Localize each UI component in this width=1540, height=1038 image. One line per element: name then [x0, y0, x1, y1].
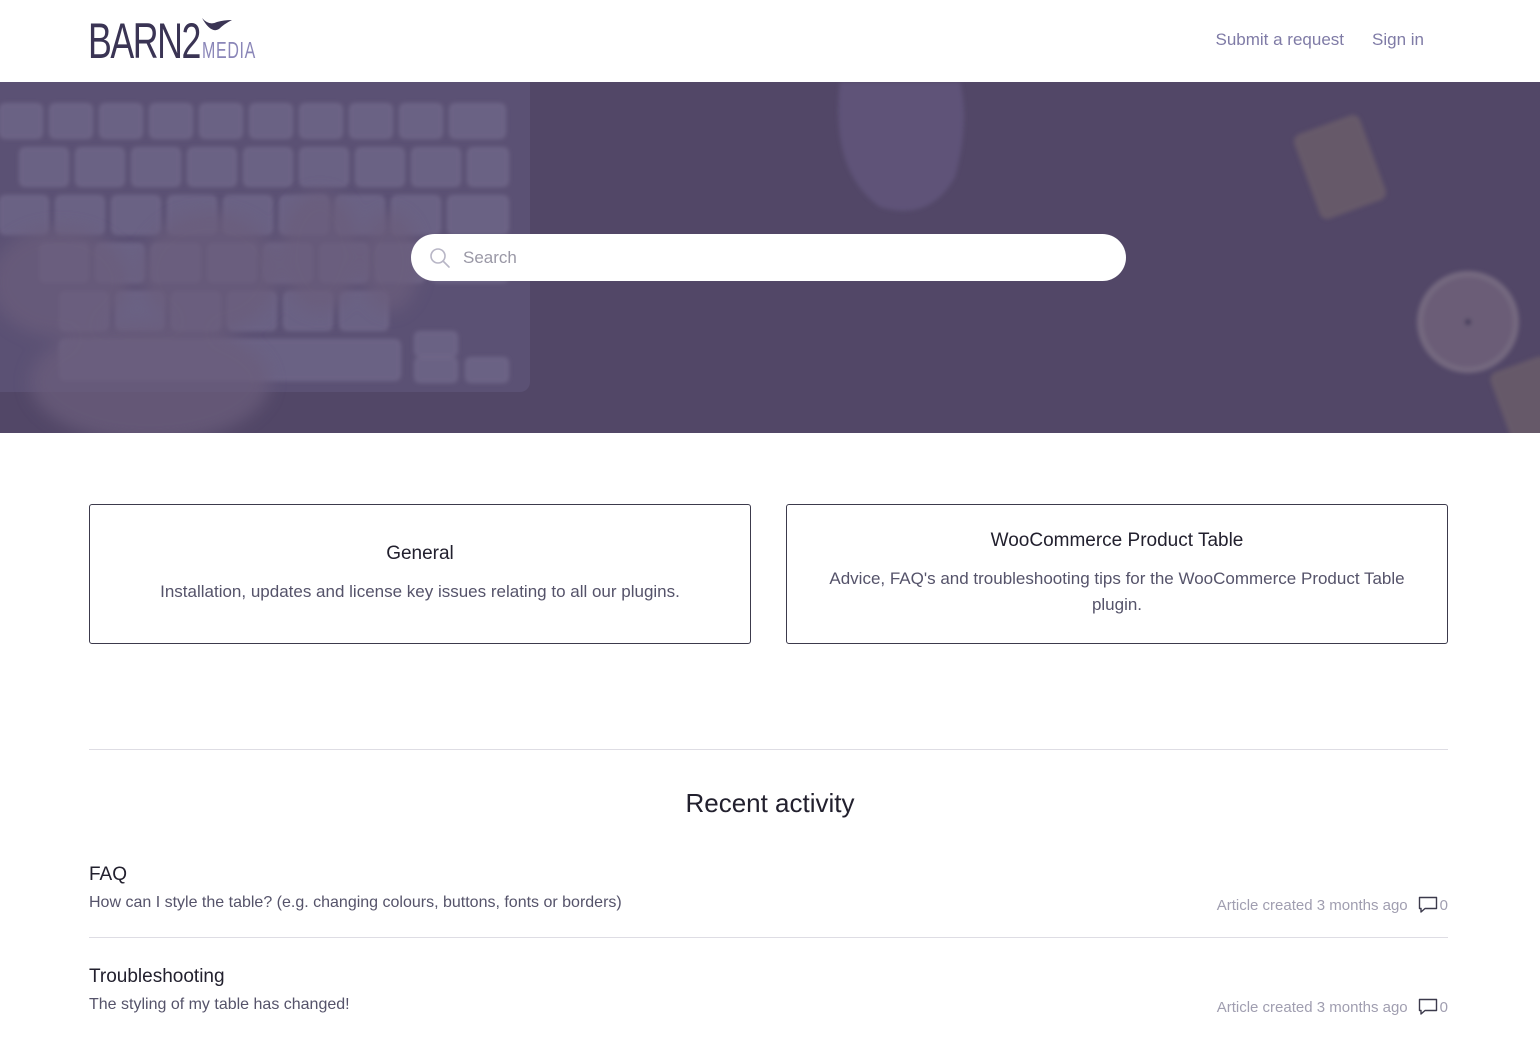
activity-meta-text: Article created 3 months ago	[1216, 896, 1408, 914]
submit-request-link[interactable]: Submit a request	[1216, 30, 1345, 50]
activity-item: Troubleshooting The styling of my table …	[89, 966, 1448, 1036]
category-description: Advice, FAQ's and troubleshooting tips f…	[829, 569, 1405, 614]
activity-item: FAQ How can I style the table? (e.g. cha…	[89, 864, 1448, 934]
top-nav: Submit a request Sign in	[1216, 30, 1425, 50]
comment-icon	[1418, 896, 1438, 914]
hero-banner	[0, 82, 1540, 433]
comment-icon	[1418, 998, 1438, 1016]
activity-meta: Article created 3 months ago 0	[1217, 998, 1448, 1016]
logo-subtext: MEDIA	[202, 37, 256, 63]
bird-icon	[202, 18, 232, 31]
activity-article-link[interactable]: The styling of my table has changed!	[89, 996, 350, 1014]
category-description: Installation, updates and license key is…	[160, 582, 680, 601]
site-header: BARN2 MEDIA Submit a request Sign in	[0, 0, 1540, 82]
search-input[interactable]	[461, 246, 1101, 269]
logo-wordmark: BARN2	[88, 13, 200, 64]
recent-activity-heading: Recent activity	[685, 788, 855, 818]
category-title: General	[386, 543, 454, 564]
sign-in-link[interactable]: Sign in	[1372, 30, 1424, 50]
category-card-general[interactable]: General Installation, updates and licens…	[89, 504, 751, 644]
category-card-woocommerce-product-table[interactable]: WooCommerce Product Table Advice, FAQ's …	[786, 504, 1448, 644]
search-icon	[430, 247, 450, 268]
activity-category-link[interactable]: FAQ	[89, 864, 127, 886]
section-divider	[89, 749, 1448, 750]
search-bar[interactable]	[411, 234, 1126, 281]
category-title: WooCommerce Product Table	[990, 530, 1244, 551]
barn2-media-logo[interactable]: BARN2 MEDIA	[88, 12, 268, 64]
activity-divider	[89, 937, 1448, 938]
comment-count: 0	[1439, 998, 1448, 1016]
activity-meta: Article created 3 months ago 0	[1217, 896, 1448, 914]
activity-article-link[interactable]: How can I style the table? (e.g. changin…	[89, 894, 622, 912]
activity-category-link[interactable]: Troubleshooting	[89, 966, 225, 988]
comment-count: 0	[1439, 896, 1448, 914]
activity-meta-text: Article created 3 months ago	[1216, 998, 1408, 1016]
